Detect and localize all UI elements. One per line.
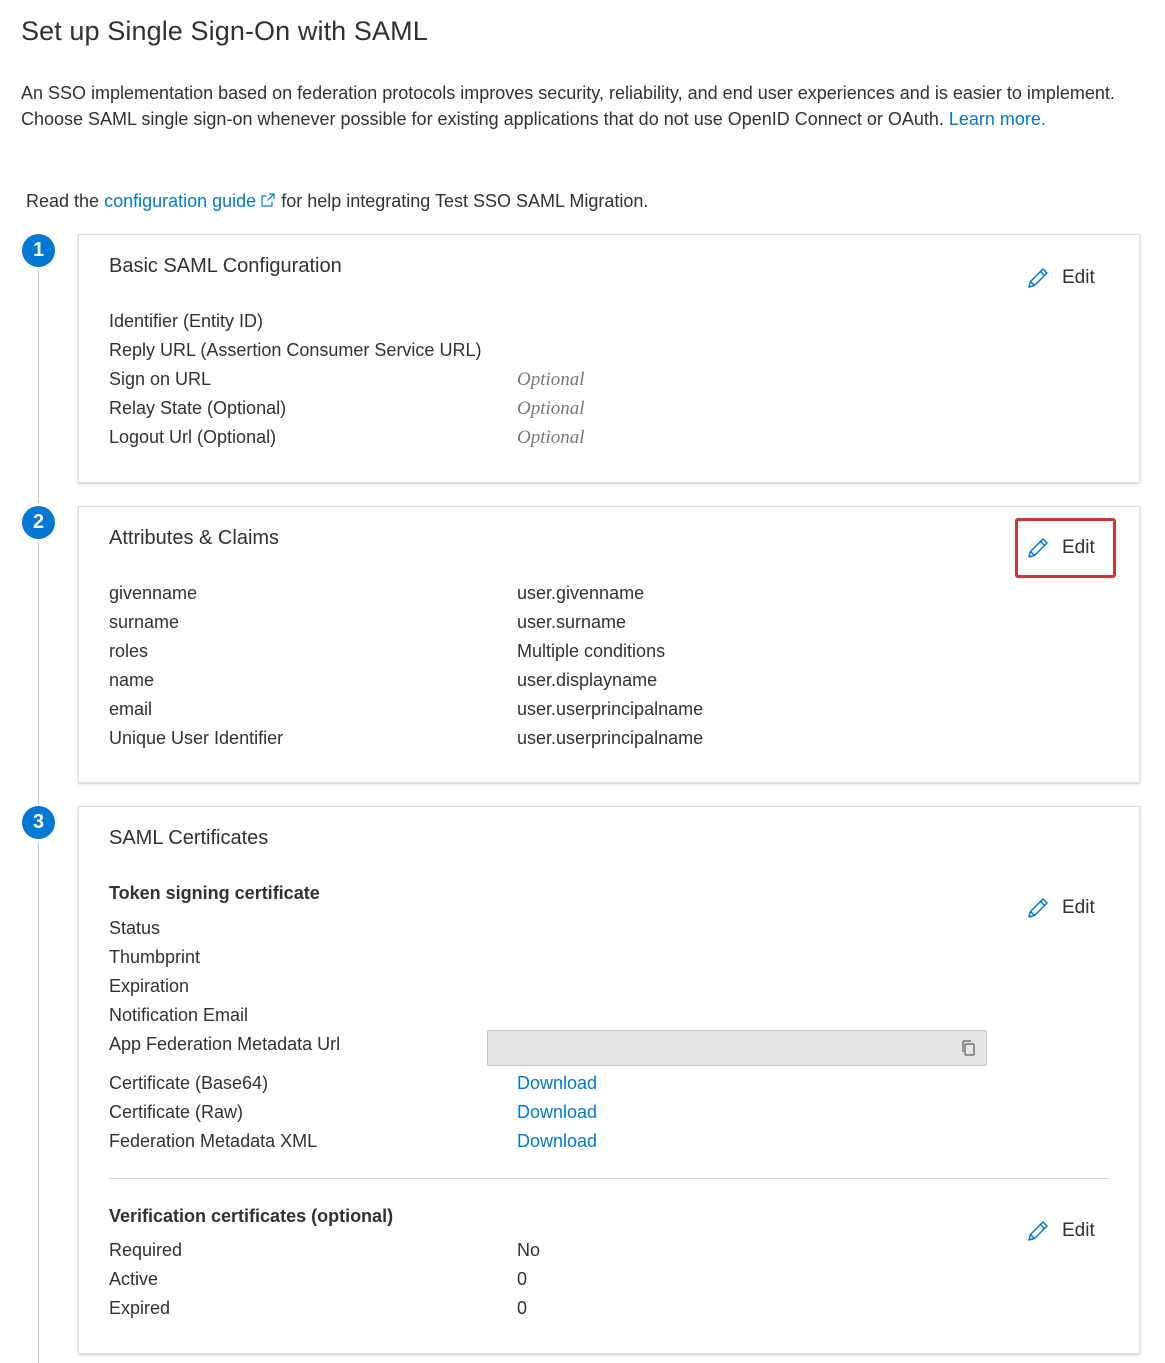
intro-paragraph: An SSO implementation based on federatio… bbox=[21, 80, 1165, 132]
guide-line: Read the configuration guide for help in… bbox=[26, 188, 648, 214]
row-label: Thumbprint bbox=[109, 947, 201, 967]
claim-name: givenname bbox=[109, 583, 198, 603]
cert-row: Thumbprint bbox=[109, 943, 1109, 972]
cert-row: Notification Email bbox=[109, 1001, 1109, 1030]
basic-saml-configuration-card: Basic SAML Configuration Edit Identifier… bbox=[78, 234, 1140, 483]
card-title: Attributes & Claims bbox=[109, 527, 280, 549]
section-divider bbox=[109, 1178, 1109, 1179]
saml-certificates-card: SAML Certificates Token signing certific… bbox=[78, 806, 1140, 1354]
row-label: Identifier (Entity ID) bbox=[109, 311, 264, 331]
verification-heading: Verification certificates (optional) bbox=[109, 1206, 394, 1226]
page-title: Set up Single Sign-On with SAML bbox=[21, 16, 428, 46]
row-label: Required bbox=[109, 1240, 183, 1260]
edit-label: Edit bbox=[1062, 267, 1095, 288]
verification-row: Required No bbox=[109, 1236, 1109, 1265]
download-metadata-xml-link[interactable]: Download bbox=[517, 1127, 597, 1156]
row-label: Notification Email bbox=[109, 1005, 249, 1025]
guide-suffix: for help integrating Test SSO SAML Migra… bbox=[281, 191, 649, 211]
claim-value: user.userprincipalname bbox=[517, 728, 704, 748]
row-label: Status bbox=[109, 918, 161, 938]
edit-label: Edit bbox=[1062, 537, 1095, 558]
config-row: Relay State (Optional) Optional bbox=[109, 394, 1109, 423]
row-label: Relay State (Optional) bbox=[109, 398, 287, 418]
claim-name: surname bbox=[109, 612, 180, 632]
config-row: Sign on URL Optional bbox=[109, 365, 1109, 394]
learn-more-link[interactable]: Learn more. bbox=[949, 109, 1046, 129]
token-signing-heading: Token signing certificate bbox=[109, 883, 320, 903]
cert-row: Status bbox=[109, 914, 1109, 943]
metadata-url-field[interactable] bbox=[487, 1030, 987, 1066]
claim-row: email user.userprincipalname bbox=[109, 695, 1109, 724]
claim-value: user.userprincipalname bbox=[517, 699, 704, 719]
step-2-badge: 2 bbox=[22, 506, 55, 539]
cert-row: Federation Metadata XML Download bbox=[109, 1127, 1109, 1156]
config-row: Identifier (Entity ID) bbox=[109, 307, 1109, 336]
claim-name: roles bbox=[109, 641, 149, 661]
claim-row: givenname user.givenname bbox=[109, 579, 1109, 608]
download-raw-link[interactable]: Download bbox=[517, 1098, 597, 1127]
row-label: Reply URL (Assertion Consumer Service UR… bbox=[109, 340, 482, 360]
row-value: Optional bbox=[517, 398, 585, 419]
claim-row: Unique User Identifier user.userprincipa… bbox=[109, 724, 1109, 753]
claim-value: user.surname bbox=[517, 612, 627, 632]
row-label: App Federation Metadata Url bbox=[109, 1034, 341, 1054]
claim-name: Unique User Identifier bbox=[109, 728, 284, 748]
row-value: Optional bbox=[517, 369, 585, 390]
pencil-icon bbox=[1028, 268, 1048, 288]
row-label: Logout Url (Optional) bbox=[109, 427, 277, 447]
verification-row: Expired 0 bbox=[109, 1294, 1109, 1323]
row-label: Active bbox=[109, 1269, 159, 1289]
edit-basic-saml-button[interactable]: Edit bbox=[1025, 265, 1095, 291]
claim-row: roles Multiple conditions bbox=[109, 637, 1109, 666]
row-value: 0 bbox=[517, 1298, 528, 1318]
config-row: Logout Url (Optional) Optional bbox=[109, 423, 1109, 452]
edit-attributes-claims-button[interactable]: Edit bbox=[1015, 518, 1116, 578]
external-link-icon bbox=[261, 193, 275, 207]
row-value: 0 bbox=[517, 1269, 528, 1289]
step-3-badge: 3 bbox=[22, 806, 55, 839]
row-value: No bbox=[517, 1240, 541, 1260]
row-label: Expiration bbox=[109, 976, 190, 996]
row-label: Expired bbox=[109, 1298, 171, 1318]
download-base64-link[interactable]: Download bbox=[517, 1069, 597, 1098]
row-value: Optional bbox=[517, 427, 585, 448]
card-title: Basic SAML Configuration bbox=[109, 255, 342, 277]
claim-value: user.displayname bbox=[517, 670, 658, 690]
cert-row: Expiration bbox=[109, 972, 1109, 1001]
attributes-claims-card: Attributes & Claims Edit givenname user.… bbox=[78, 506, 1140, 783]
row-label: Sign on URL bbox=[109, 369, 212, 389]
pencil-icon bbox=[1028, 538, 1048, 558]
copy-icon[interactable] bbox=[959, 1039, 977, 1057]
saml-sso-page: Set up Single Sign-On with SAML An SSO i… bbox=[0, 0, 1165, 1363]
guide-prefix: Read the bbox=[26, 191, 100, 211]
row-label: Federation Metadata XML bbox=[109, 1131, 318, 1151]
row-label: Certificate (Base64) bbox=[109, 1073, 269, 1093]
claim-row: surname user.surname bbox=[109, 608, 1109, 637]
claim-value: Multiple conditions bbox=[517, 641, 666, 661]
claim-name: email bbox=[109, 699, 153, 719]
configuration-guide-link[interactable]: configuration guide bbox=[104, 191, 256, 211]
claim-row: name user.displayname bbox=[109, 666, 1109, 695]
step-1-badge: 1 bbox=[22, 234, 55, 267]
row-label: Certificate (Raw) bbox=[109, 1102, 244, 1122]
claim-value: user.givenname bbox=[517, 583, 645, 603]
cert-row: Certificate (Base64) Download bbox=[109, 1069, 1109, 1098]
verification-row: Active 0 bbox=[109, 1265, 1109, 1294]
claim-name: name bbox=[109, 670, 155, 690]
config-row: Reply URL (Assertion Consumer Service UR… bbox=[109, 336, 1109, 365]
cert-row: Certificate (Raw) Download bbox=[109, 1098, 1109, 1127]
card-title: SAML Certificates bbox=[109, 827, 269, 849]
